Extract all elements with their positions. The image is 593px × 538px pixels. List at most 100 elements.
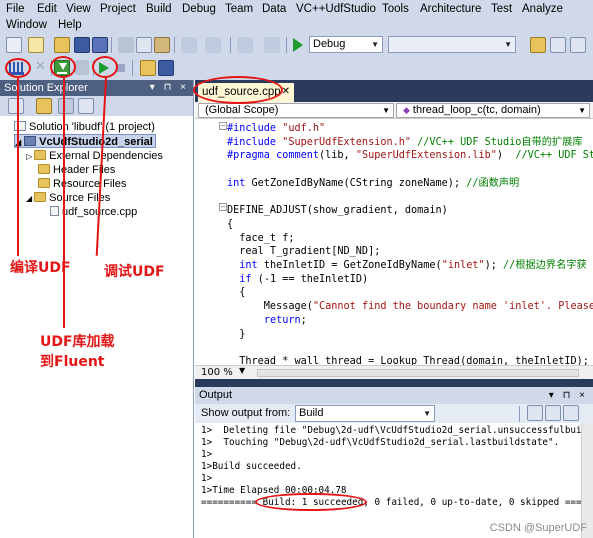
cut-icon[interactable]	[118, 37, 134, 53]
menu-data[interactable]: Data	[262, 1, 286, 17]
code-token: #pragma	[227, 150, 277, 162]
code-token: int	[239, 260, 258, 271]
view-class-diagram-icon[interactable]	[78, 98, 94, 114]
menu-edit[interactable]: Edit	[37, 1, 57, 17]
save-all-icon[interactable]	[92, 37, 108, 53]
code-token: comment	[276, 150, 320, 162]
copy-icon[interactable]	[136, 37, 152, 53]
solution-configuration-combo[interactable]: Debug ▼	[309, 36, 383, 53]
fold-toggle-icon[interactable]: −	[219, 122, 227, 130]
fold-toggle-icon[interactable]: −	[219, 203, 227, 211]
collapse-arrow-icon[interactable]: ◢	[26, 194, 32, 203]
annotation-debug-udf: 调试UDF	[104, 264, 165, 280]
navigate-back-icon[interactable]	[237, 37, 253, 53]
project-icon	[24, 136, 37, 146]
chevron-down-icon: ▼	[371, 40, 379, 49]
menu-debug[interactable]: Debug	[182, 1, 216, 17]
properties-icon[interactable]	[8, 98, 24, 114]
menu-architecture[interactable]: Architecture	[420, 1, 481, 17]
menu-test[interactable]: Test	[491, 1, 512, 17]
solution-explorer-toolbar-icon[interactable]	[550, 37, 566, 53]
output-line: 1>	[201, 449, 213, 460]
panel-window-controls[interactable]: ▾ ⊓ ×	[549, 387, 588, 404]
unload-udf-library-icon[interactable]	[75, 60, 89, 75]
start-debugging-icon[interactable]	[293, 38, 303, 52]
menu-help[interactable]: Help	[58, 17, 82, 33]
code-token: "SuperUdfExtension.h"	[282, 136, 412, 148]
output-source-combo[interactable]: Build ▼	[295, 405, 435, 422]
folder-icon	[34, 150, 47, 160]
function-combo[interactable]: ◆ thread_loop_c(tc, domain) ▼	[396, 103, 590, 118]
summary-suffix: 0 failed, 0 up-to-date, 0 skipped ======…	[368, 497, 593, 508]
code-line: return;	[227, 314, 307, 327]
code-token: Message(	[227, 301, 313, 313]
menu-build[interactable]: Build	[146, 1, 172, 17]
output-source-value: Build	[299, 407, 324, 419]
folder-icon	[34, 192, 47, 202]
solution-platform-combo[interactable]: ▼	[388, 36, 516, 53]
scope-combo[interactable]: (Global Scope) ▼	[198, 103, 394, 118]
code-token: {	[227, 218, 234, 230]
menu-tools[interactable]: Tools	[382, 1, 409, 17]
tree-item-header-files[interactable]: Header Files	[38, 163, 115, 177]
properties-toolbar-icon[interactable]	[570, 37, 586, 53]
solution-explorer-toolbar	[0, 96, 193, 116]
show-all-files-icon[interactable]	[36, 98, 52, 114]
clear-all-icon[interactable]	[545, 405, 561, 421]
chevron-down-icon[interactable]: ▼	[239, 366, 245, 375]
menu-file[interactable]: File	[6, 1, 25, 17]
undo-icon[interactable]	[181, 37, 197, 53]
find-message-icon[interactable]	[527, 405, 543, 421]
tree-item-resource-files[interactable]: Resource Files	[38, 177, 126, 191]
paste-icon[interactable]	[154, 37, 170, 53]
function-combo-value: thread_loop_c(tc, domain)	[412, 104, 541, 116]
code-line: face_t f;	[227, 232, 294, 245]
menu-window[interactable]: Window	[6, 17, 47, 33]
code-line: Message("Cannot find the boundary name '…	[227, 300, 593, 313]
udf-settings-icon[interactable]	[158, 60, 174, 76]
vertical-scrollbar[interactable]	[581, 423, 593, 538]
word-wrap-icon[interactable]	[563, 405, 579, 421]
chevron-down-icon: ▼	[382, 106, 390, 115]
menu-view[interactable]: View	[66, 1, 91, 17]
code-token: int	[227, 177, 246, 189]
add-item-icon[interactable]	[28, 37, 44, 53]
menu-analyze[interactable]: Analyze	[522, 1, 563, 17]
menu-team[interactable]: Team	[225, 1, 253, 17]
new-project-icon[interactable]	[6, 37, 22, 53]
horizontal-scrollbar[interactable]	[257, 369, 579, 377]
tree-item-project[interactable]: ◢VcUdfStudio2d_serial	[14, 134, 156, 148]
udf-wizard-icon[interactable]	[140, 60, 156, 76]
code-token: return	[263, 314, 301, 326]
save-icon[interactable]	[74, 37, 90, 53]
code-line: int GetZoneIdByName(CString zoneName); /…	[227, 177, 519, 190]
tree-item-external-dependencies[interactable]: ▷ External Dependencies	[26, 149, 163, 163]
panel-splitter[interactable]	[195, 379, 593, 387]
code-line: real T_gradient[ND_ND];	[227, 245, 380, 258]
editor-zoom-bar: 100 % ▼	[195, 365, 593, 379]
redo-icon[interactable]	[205, 37, 221, 53]
annotation-ring-load	[50, 56, 76, 78]
show-output-from-label: Show output from:	[201, 407, 291, 419]
chevron-down-icon: ▼	[504, 40, 512, 49]
solution-configuration-value: Debug	[313, 38, 346, 50]
output-line: 1> Deleting file "Debug\2d-udf\VcUdfStud…	[201, 425, 593, 436]
refresh-icon[interactable]	[58, 98, 74, 114]
close-icon[interactable]: ✕	[282, 83, 290, 101]
expand-arrow-icon[interactable]: ▷	[26, 152, 32, 161]
panel-window-controls[interactable]: ▾ ⊓ ×	[150, 80, 189, 96]
tree-item-solution[interactable]: Solution 'libudf' (1 project)	[14, 120, 155, 134]
find-in-files-icon[interactable]	[530, 37, 546, 53]
stop-debug-icon[interactable]	[117, 64, 125, 72]
menu-vc-udfstudio[interactable]: VC++UdfStudio	[296, 1, 376, 17]
menu-project[interactable]: Project	[100, 1, 136, 17]
zoom-level[interactable]: 100 %	[201, 366, 233, 379]
navigate-forward-icon[interactable]	[264, 37, 280, 53]
clean-udf-icon[interactable]: ✕	[35, 59, 46, 74]
code-line: #include "udf.h"	[227, 122, 325, 135]
code-editor[interactable]: − − #include "udf.h" #include "SuperUdfEx…	[195, 119, 593, 365]
code-line: DEFINE_ADJUST(show_gradient, domain)	[227, 204, 448, 217]
open-file-icon[interactable]	[54, 37, 70, 53]
